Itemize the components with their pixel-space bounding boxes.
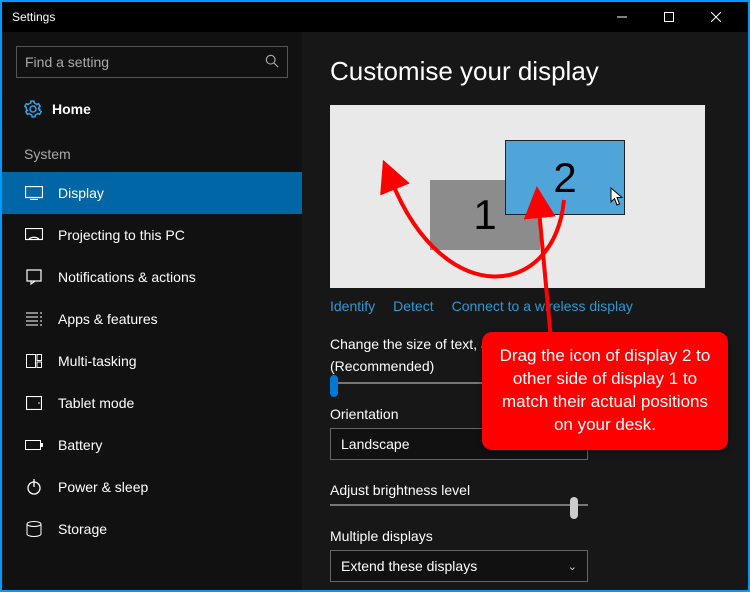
slider-thumb[interactable] [330, 375, 338, 397]
slider-thumb[interactable] [570, 497, 578, 519]
sidebar-item-label: Multi-tasking [58, 353, 137, 369]
apps-icon [24, 311, 44, 327]
sidebar-item-label: Tablet mode [58, 395, 134, 411]
search-input[interactable]: Find a setting [16, 46, 288, 78]
sidebar-item-label: Apps & features [58, 311, 158, 327]
sidebar-item-tablet[interactable]: Tablet mode [2, 382, 302, 424]
power-icon [24, 479, 44, 495]
brightness-slider[interactable] [330, 504, 588, 506]
multitask-icon [24, 354, 44, 368]
sidebar-item-multitask[interactable]: Multi-tasking [2, 340, 302, 382]
orientation-value: Landscape [341, 436, 410, 452]
display-2[interactable]: 2 [505, 140, 625, 215]
search-icon [265, 54, 279, 71]
home-label: Home [52, 101, 91, 117]
home-link[interactable]: Home [2, 92, 302, 126]
sidebar-item-apps[interactable]: Apps & features [2, 298, 302, 340]
sidebar-item-battery[interactable]: Battery [2, 424, 302, 466]
brightness-label: Adjust brightness level [330, 482, 720, 498]
multiple-displays-label: Multiple displays [330, 528, 720, 544]
close-button[interactable] [693, 2, 738, 32]
project-icon [24, 228, 44, 242]
display-icon [24, 186, 44, 200]
sidebar-item-storage[interactable]: Storage [2, 508, 302, 550]
multiple-displays-dropdown[interactable]: Extend these displays ⌄ [330, 550, 588, 582]
tablet-icon [24, 396, 44, 410]
storage-icon [24, 521, 44, 537]
minimize-button[interactable] [599, 2, 644, 32]
main-panel: Customise your display 1 2 Identify Dete… [302, 32, 748, 590]
display-links: Identify Detect Connect to a wireless di… [330, 298, 720, 314]
gear-icon [24, 100, 42, 118]
identify-link[interactable]: Identify [330, 298, 375, 314]
sidebar-item-label: Battery [58, 437, 102, 453]
annotation-text: Drag the icon of display 2 to other side… [500, 346, 711, 434]
sidebar-item-label: Display [58, 185, 104, 201]
chevron-down-icon: ⌄ [568, 560, 577, 573]
battery-icon [24, 440, 44, 450]
window-controls [599, 2, 738, 32]
sidebar-item-display[interactable]: Display [2, 172, 302, 214]
sidebar-item-power[interactable]: Power & sleep [2, 466, 302, 508]
sidebar-item-label: Notifications & actions [58, 269, 196, 285]
annotation-callout: Drag the icon of display 2 to other side… [482, 332, 728, 450]
wireless-link[interactable]: Connect to a wireless display [452, 298, 633, 314]
sidebar-item-label: Projecting to this PC [58, 227, 185, 243]
title-bar: Settings [2, 2, 748, 32]
sidebar-item-label: Power & sleep [58, 479, 148, 495]
content-area: Find a setting Home System Display Proje… [2, 32, 748, 590]
sidebar-item-projecting[interactable]: Projecting to this PC [2, 214, 302, 256]
multiple-displays-value: Extend these displays [341, 558, 477, 574]
maximize-button[interactable] [646, 2, 691, 32]
cursor-icon [610, 187, 625, 207]
search-placeholder: Find a setting [25, 54, 109, 70]
detect-link[interactable]: Detect [393, 298, 433, 314]
notifications-icon [24, 269, 44, 285]
sidebar-item-label: Storage [58, 521, 107, 537]
sidebar: Find a setting Home System Display Proje… [2, 32, 302, 590]
category-heading: System [2, 126, 302, 172]
page-title: Customise your display [330, 56, 720, 87]
display-arrangement-preview[interactable]: 1 2 [330, 105, 705, 288]
window-title: Settings [12, 10, 55, 24]
sidebar-item-notifications[interactable]: Notifications & actions [2, 256, 302, 298]
